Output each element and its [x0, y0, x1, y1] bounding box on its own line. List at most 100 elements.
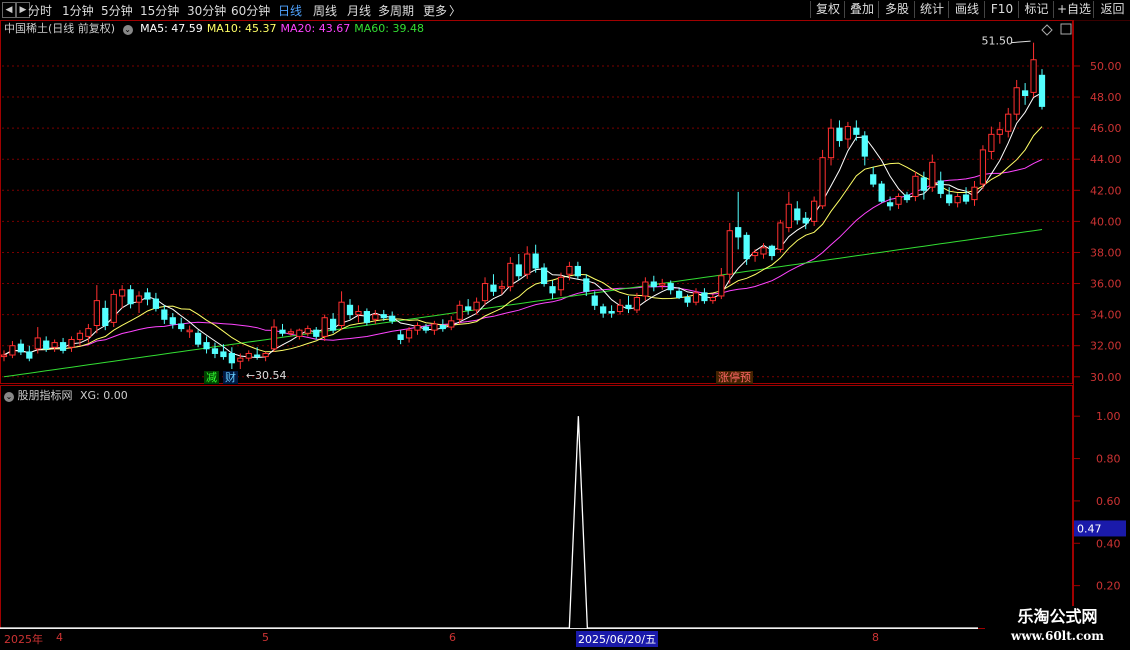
candle-body: [701, 292, 708, 302]
signal-marker: 减: [204, 371, 219, 384]
candle-body: [338, 301, 345, 326]
candle-body: [600, 306, 607, 314]
candle-body: [1038, 74, 1046, 107]
candle-body: [26, 351, 33, 359]
candle-body: [633, 297, 641, 311]
candle-body: [152, 298, 160, 309]
site-watermark: 乐淘公式网 www.60lt.com: [985, 606, 1130, 650]
candle-body: [85, 328, 92, 337]
ma60-line: [3, 229, 1043, 378]
candle-body: [363, 311, 370, 323]
candle-body: [524, 253, 531, 275]
candle-body: [346, 304, 354, 316]
axis-month-label: 4: [56, 631, 63, 644]
candle-body: [43, 340, 50, 350]
candle-body: [937, 180, 944, 194]
candle-body: [549, 286, 556, 294]
candle-body: [389, 315, 396, 322]
candle-body: [785, 203, 792, 229]
candle-body: [709, 297, 716, 302]
chevron-down-icon[interactable]: ⌄: [4, 392, 14, 402]
candle-body: [912, 175, 919, 198]
price-tick-label: 30.00: [1090, 371, 1122, 384]
candle-body: [448, 320, 455, 328]
candle-body: [532, 253, 539, 269]
candle-body: [110, 293, 117, 323]
candle-body: [971, 186, 978, 201]
candle-body: [735, 227, 742, 238]
ma5-line: [3, 92, 1043, 359]
candle-body: [676, 290, 683, 299]
candle-body: [270, 326, 278, 350]
candle-body: [304, 328, 311, 334]
candle-body: [194, 332, 202, 345]
candle-body: [507, 262, 514, 288]
candle-body: [895, 196, 902, 205]
cursor-value-text: 0.47: [1077, 522, 1102, 535]
candle-body: [313, 329, 320, 337]
candle-body: [228, 352, 235, 364]
candle-body: [1005, 113, 1012, 132]
candle-body: [574, 265, 581, 277]
indicator-tick-label: 0.60: [1096, 495, 1121, 508]
candle-body: [625, 304, 632, 309]
candle-body: [76, 332, 84, 340]
candle-body: [946, 194, 953, 204]
indicator-tick-label: 0.80: [1096, 453, 1121, 466]
indicator-title: 股朋指标网: [17, 389, 73, 402]
candle-body: [557, 276, 565, 291]
candle-body: [684, 297, 691, 303]
price-tick-label: 32.00: [1090, 340, 1122, 353]
candle-body: [380, 314, 387, 319]
ma20-line: [3, 159, 1043, 356]
candle-body: [422, 326, 430, 331]
price-tick-label: 34.00: [1090, 309, 1122, 322]
candle-body: [481, 283, 489, 302]
candle-body: [405, 329, 413, 339]
candle-body: [659, 283, 666, 286]
candle-body: [465, 306, 472, 311]
axis-month-label: 6: [449, 631, 456, 644]
candle-body: [178, 323, 185, 330]
price-tick-label: 36.00: [1090, 278, 1122, 291]
candle-body: [861, 135, 868, 157]
signal-marker: 涨停预: [716, 371, 753, 384]
candle-body: [220, 351, 227, 358]
candle-body: [751, 251, 759, 257]
candle-body: [540, 267, 548, 285]
candle-body: [794, 208, 801, 221]
candle-body: [878, 183, 885, 202]
candle-body: [515, 264, 522, 277]
candle-body: [0, 354, 8, 358]
indicator-tick-label: 0.20: [1096, 580, 1121, 593]
candle-body: [802, 217, 809, 224]
price-tick-label: 50.00: [1090, 60, 1122, 73]
candle-body: [102, 307, 109, 326]
candle-body: [608, 311, 615, 314]
indicator-tick-label: 1.00: [1096, 410, 1121, 423]
indicator-panel-frame: [0, 385, 1073, 629]
candle-body: [144, 292, 151, 300]
candle-body: [245, 352, 252, 359]
candle-body: [827, 127, 835, 159]
candle-body: [68, 338, 75, 348]
candle-body: [954, 196, 961, 204]
candle-body: [777, 222, 784, 250]
candle-body: [287, 331, 295, 334]
candle-body: [262, 352, 269, 358]
candle-body: [473, 301, 480, 311]
candle-body: [853, 127, 860, 135]
price-tick-label: 46.00: [1090, 122, 1122, 135]
candle-body: [397, 334, 404, 340]
candle-body: [1030, 59, 1037, 93]
cursor-date-badge: 2025/06/20/五: [576, 631, 659, 647]
candle-body: [920, 177, 927, 191]
candle-body: [414, 325, 421, 331]
candle-body: [34, 337, 41, 350]
price-tick-label: 48.00: [1090, 91, 1122, 104]
high-arrow: [1011, 40, 1031, 44]
candle-body: [726, 230, 733, 275]
candle-body: [903, 194, 911, 201]
candle-body: [979, 149, 987, 185]
candle-body: [650, 281, 657, 288]
